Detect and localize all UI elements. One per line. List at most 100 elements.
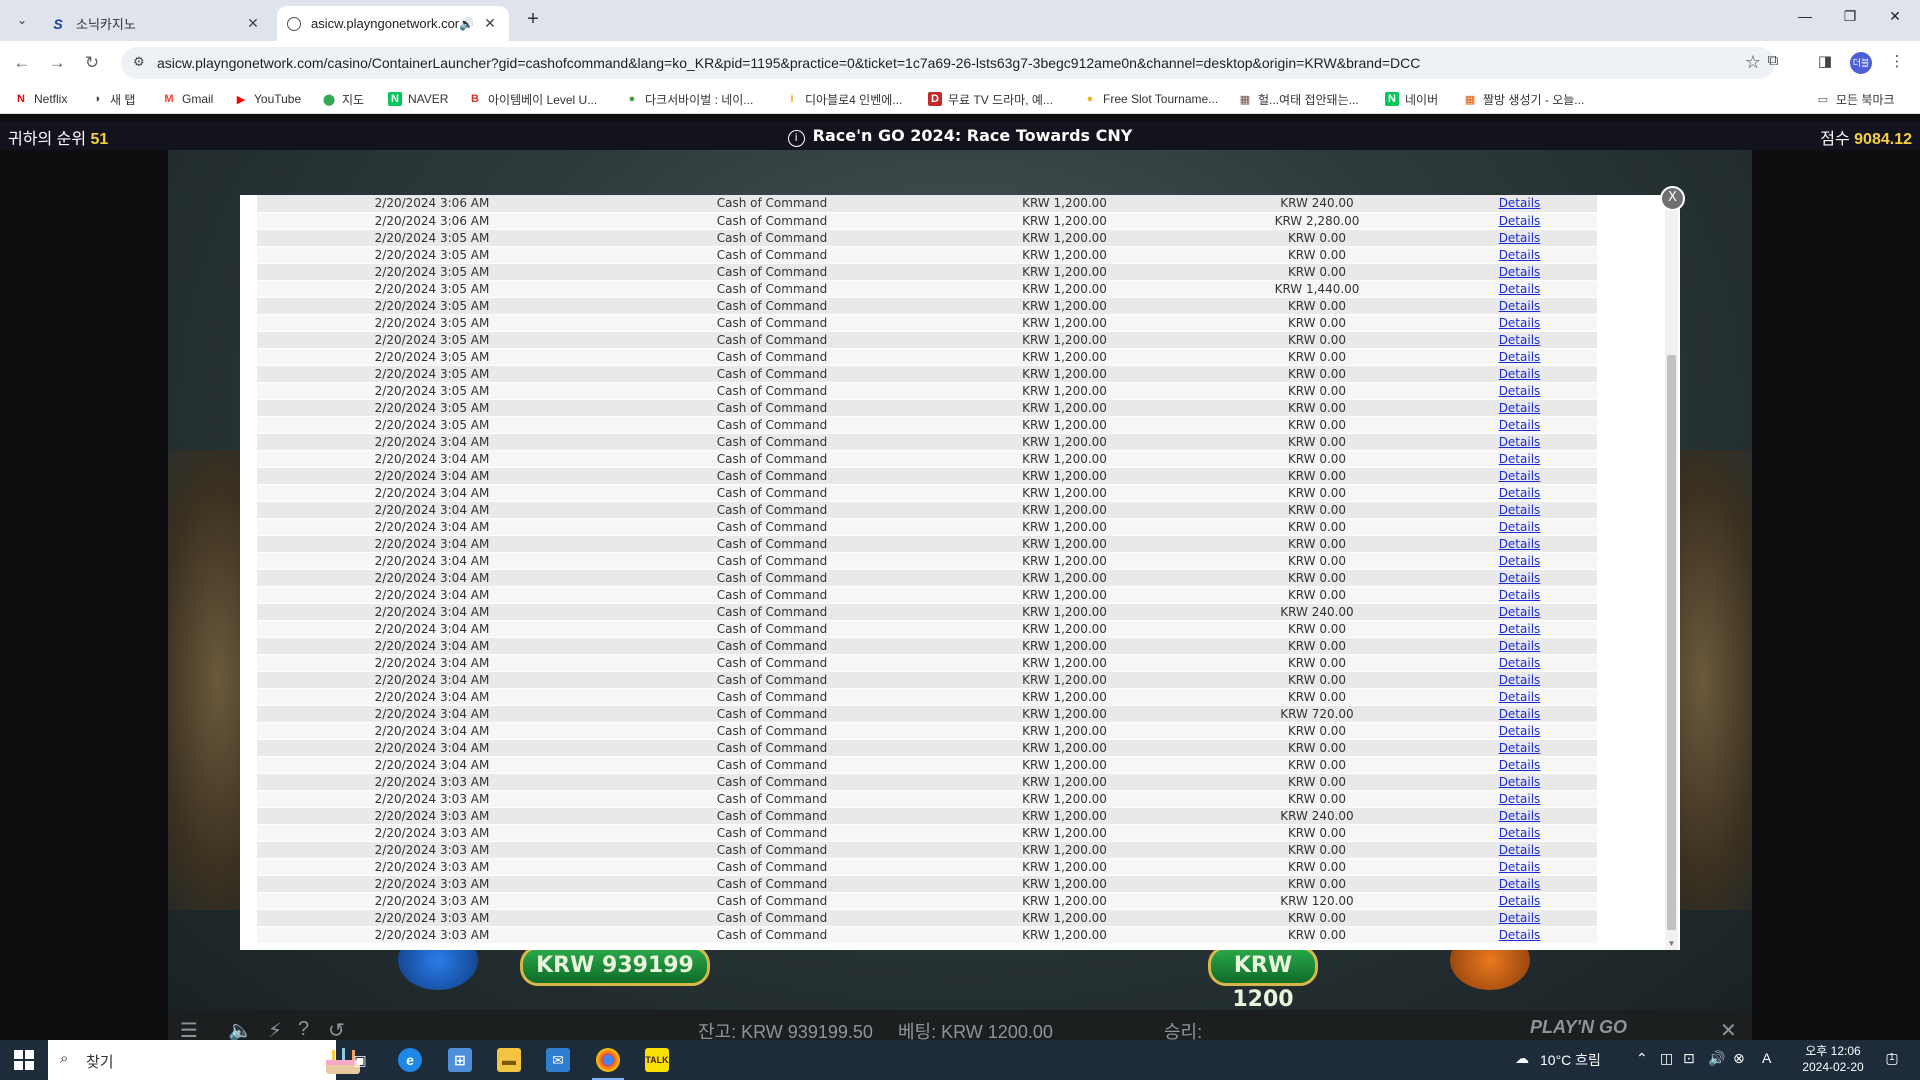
details-link[interactable]: Details <box>1499 316 1541 330</box>
details-link[interactable]: Details <box>1499 486 1541 500</box>
bookmark-new-tab[interactable]: ◑ 새 탭 <box>90 90 136 108</box>
details-link[interactable]: Details <box>1499 707 1541 721</box>
details-link[interactable]: Details <box>1499 826 1541 840</box>
details-link[interactable]: Details <box>1499 571 1541 585</box>
details-link[interactable]: Details <box>1499 248 1541 262</box>
info-icon[interactable]: i <box>787 130 805 147</box>
history-table-container[interactable]: 2/20/2024 3:06 AM Cash of Command KRW 1,20… <box>257 195 1637 943</box>
details-link[interactable]: Details <box>1499 418 1541 432</box>
details-link[interactable]: Details <box>1499 537 1541 551</box>
taskbar-search[interactable]: ⌕ 찾기 <box>48 1040 360 1080</box>
details-link[interactable]: Details <box>1499 503 1541 517</box>
details-link[interactable]: Details <box>1499 690 1541 704</box>
scroll-down-arrow-icon[interactable]: ▼ <box>1666 939 1677 948</box>
extensions-icon[interactable]: ⧉ <box>1762 52 1784 74</box>
bookmark-diablo4[interactable]: i 디아블로4 인벤에... <box>785 90 902 108</box>
new-tab-button[interactable]: + <box>522 9 544 31</box>
chrome-icon[interactable] <box>596 1048 620 1072</box>
address-bar[interactable]: ⚙ asicw.playngonetwork.com/casino/Contai… <box>121 47 1775 79</box>
modal-close-button[interactable]: X <box>1660 186 1685 211</box>
bookmark-star-icon[interactable]: ☆ <box>1745 52 1761 73</box>
details-link[interactable]: Details <box>1499 809 1541 823</box>
menu-kebab-icon[interactable]: ⋮ <box>1886 52 1908 74</box>
details-link[interactable]: Details <box>1499 299 1541 313</box>
windows-start-icon[interactable] <box>14 1050 34 1070</box>
bookmark-hul[interactable]: ▦ 헐...여태 접안돼는... <box>1238 90 1359 108</box>
site-info-icon[interactable]: ⚙ <box>133 54 151 72</box>
bookmark-meme[interactable]: ▦ 짤방 생성기 - 오늘... <box>1463 90 1584 108</box>
bookmark-itembay[interactable]: B 아이템베이 Level U... <box>468 90 597 108</box>
details-link[interactable]: Details <box>1499 741 1541 755</box>
details-link[interactable]: Details <box>1499 656 1541 670</box>
details-link[interactable]: Details <box>1499 622 1541 636</box>
details-link[interactable]: Details <box>1499 384 1541 398</box>
details-link[interactable]: Details <box>1499 894 1541 908</box>
scrollbar-thumb[interactable] <box>1667 355 1676 930</box>
task-view-icon[interactable]: ▣ <box>348 1048 372 1072</box>
help-icon[interactable]: ? <box>298 1018 309 1041</box>
file-explorer-icon[interactable]: ▬ <box>497 1048 521 1072</box>
details-link[interactable]: Details <box>1499 673 1541 687</box>
details-link[interactable]: Details <box>1499 605 1541 619</box>
mail-icon[interactable]: ✉ <box>546 1048 570 1072</box>
modal-scrollbar[interactable]: ▼ <box>1665 195 1678 950</box>
volume-icon[interactable]: 🔊 <box>1708 1050 1725 1067</box>
bookmark-dark-survival[interactable]: ● 다크서바이벌 : 네이... <box>625 90 754 108</box>
details-link[interactable]: Details <box>1499 843 1541 857</box>
back-arrow-icon[interactable]: ← <box>10 51 34 75</box>
details-link[interactable]: Details <box>1499 792 1541 806</box>
speaker-icon[interactable]: 🔊 <box>459 17 475 31</box>
address-url[interactable]: asicw.playngonetwork.com/casino/Containe… <box>157 55 1717 71</box>
tab-search-chevron-icon[interactable]: ⌄ <box>10 8 34 32</box>
side-panel-icon[interactable]: ◨ <box>1814 52 1836 74</box>
bookmark-maps[interactable]: ⬤ 지도 <box>322 90 364 108</box>
bookmark-free-slot[interactable]: ● Free Slot Tourname... <box>1083 90 1219 108</box>
reload-icon[interactable]: ↻ <box>80 51 104 75</box>
details-link[interactable]: Details <box>1499 860 1541 874</box>
weather-cloud-icon[interactable]: ☁ <box>1515 1050 1529 1067</box>
forward-arrow-icon[interactable]: → <box>45 51 69 75</box>
details-link[interactable]: Details <box>1499 401 1541 415</box>
details-link[interactable]: Details <box>1499 588 1541 602</box>
bookmark-free-tv[interactable]: D 무료 TV 드라마, 예... <box>928 90 1053 108</box>
minimize-icon[interactable]: — <box>1785 8 1825 32</box>
tray-app-icon[interactable]: ◫ <box>1660 1050 1673 1067</box>
details-link[interactable]: Details <box>1499 758 1541 772</box>
bookmark-naver-kr[interactable]: N 네이버 <box>1385 90 1438 108</box>
tray-x-icon[interactable]: ⊗ <box>1733 1050 1745 1067</box>
details-link[interactable]: Details <box>1499 775 1541 789</box>
details-link[interactable]: Details <box>1499 639 1541 653</box>
restore-icon[interactable]: ❐ <box>1830 8 1870 32</box>
profile-avatar[interactable]: 더블 <box>1850 52 1872 74</box>
all-bookmarks[interactable]: ▭ 모든 북마크 <box>1816 90 1895 108</box>
details-link[interactable]: Details <box>1499 231 1541 245</box>
details-link[interactable]: Details <box>1499 435 1541 449</box>
edge-icon[interactable]: e <box>398 1048 422 1072</box>
tab-sonic-casino[interactable]: S 소닉카지노 ✕ <box>40 6 272 41</box>
details-link[interactable]: Details <box>1499 520 1541 534</box>
details-link[interactable]: Details <box>1499 282 1541 296</box>
ime-indicator[interactable]: A <box>1762 1050 1771 1066</box>
window-close-icon[interactable]: ✕ <box>1875 8 1915 32</box>
details-link[interactable]: Details <box>1499 265 1541 279</box>
network-icon[interactable]: ⊡ <box>1683 1050 1695 1067</box>
bookmark-netflix[interactable]: N Netflix <box>14 90 67 108</box>
system-clock[interactable]: 오후 12:06 2024-02-20 <box>1795 1043 1871 1075</box>
tab-close-icon[interactable]: ✕ <box>244 15 262 32</box>
kakaotalk-icon[interactable]: TALK <box>645 1048 669 1072</box>
weather-text[interactable]: 10°C 흐림 <box>1540 1050 1601 1070</box>
store-icon[interactable]: ⊞ <box>448 1048 472 1072</box>
details-link[interactable]: Details <box>1499 877 1541 891</box>
details-link[interactable]: Details <box>1499 214 1541 228</box>
details-link[interactable]: Details <box>1499 911 1541 925</box>
details-link[interactable]: Details <box>1499 554 1541 568</box>
tray-chevron-icon[interactable]: ⌃ <box>1636 1050 1648 1067</box>
details-link[interactable]: Details <box>1499 350 1541 364</box>
details-link[interactable]: Details <box>1499 469 1541 483</box>
details-link[interactable]: Details <box>1499 196 1541 210</box>
bookmark-gmail[interactable]: M Gmail <box>162 90 213 108</box>
details-link[interactable]: Details <box>1499 724 1541 738</box>
details-link[interactable]: Details <box>1499 367 1541 381</box>
bookmark-naver[interactable]: N NAVER <box>388 90 448 108</box>
details-link[interactable]: Details <box>1499 333 1541 347</box>
